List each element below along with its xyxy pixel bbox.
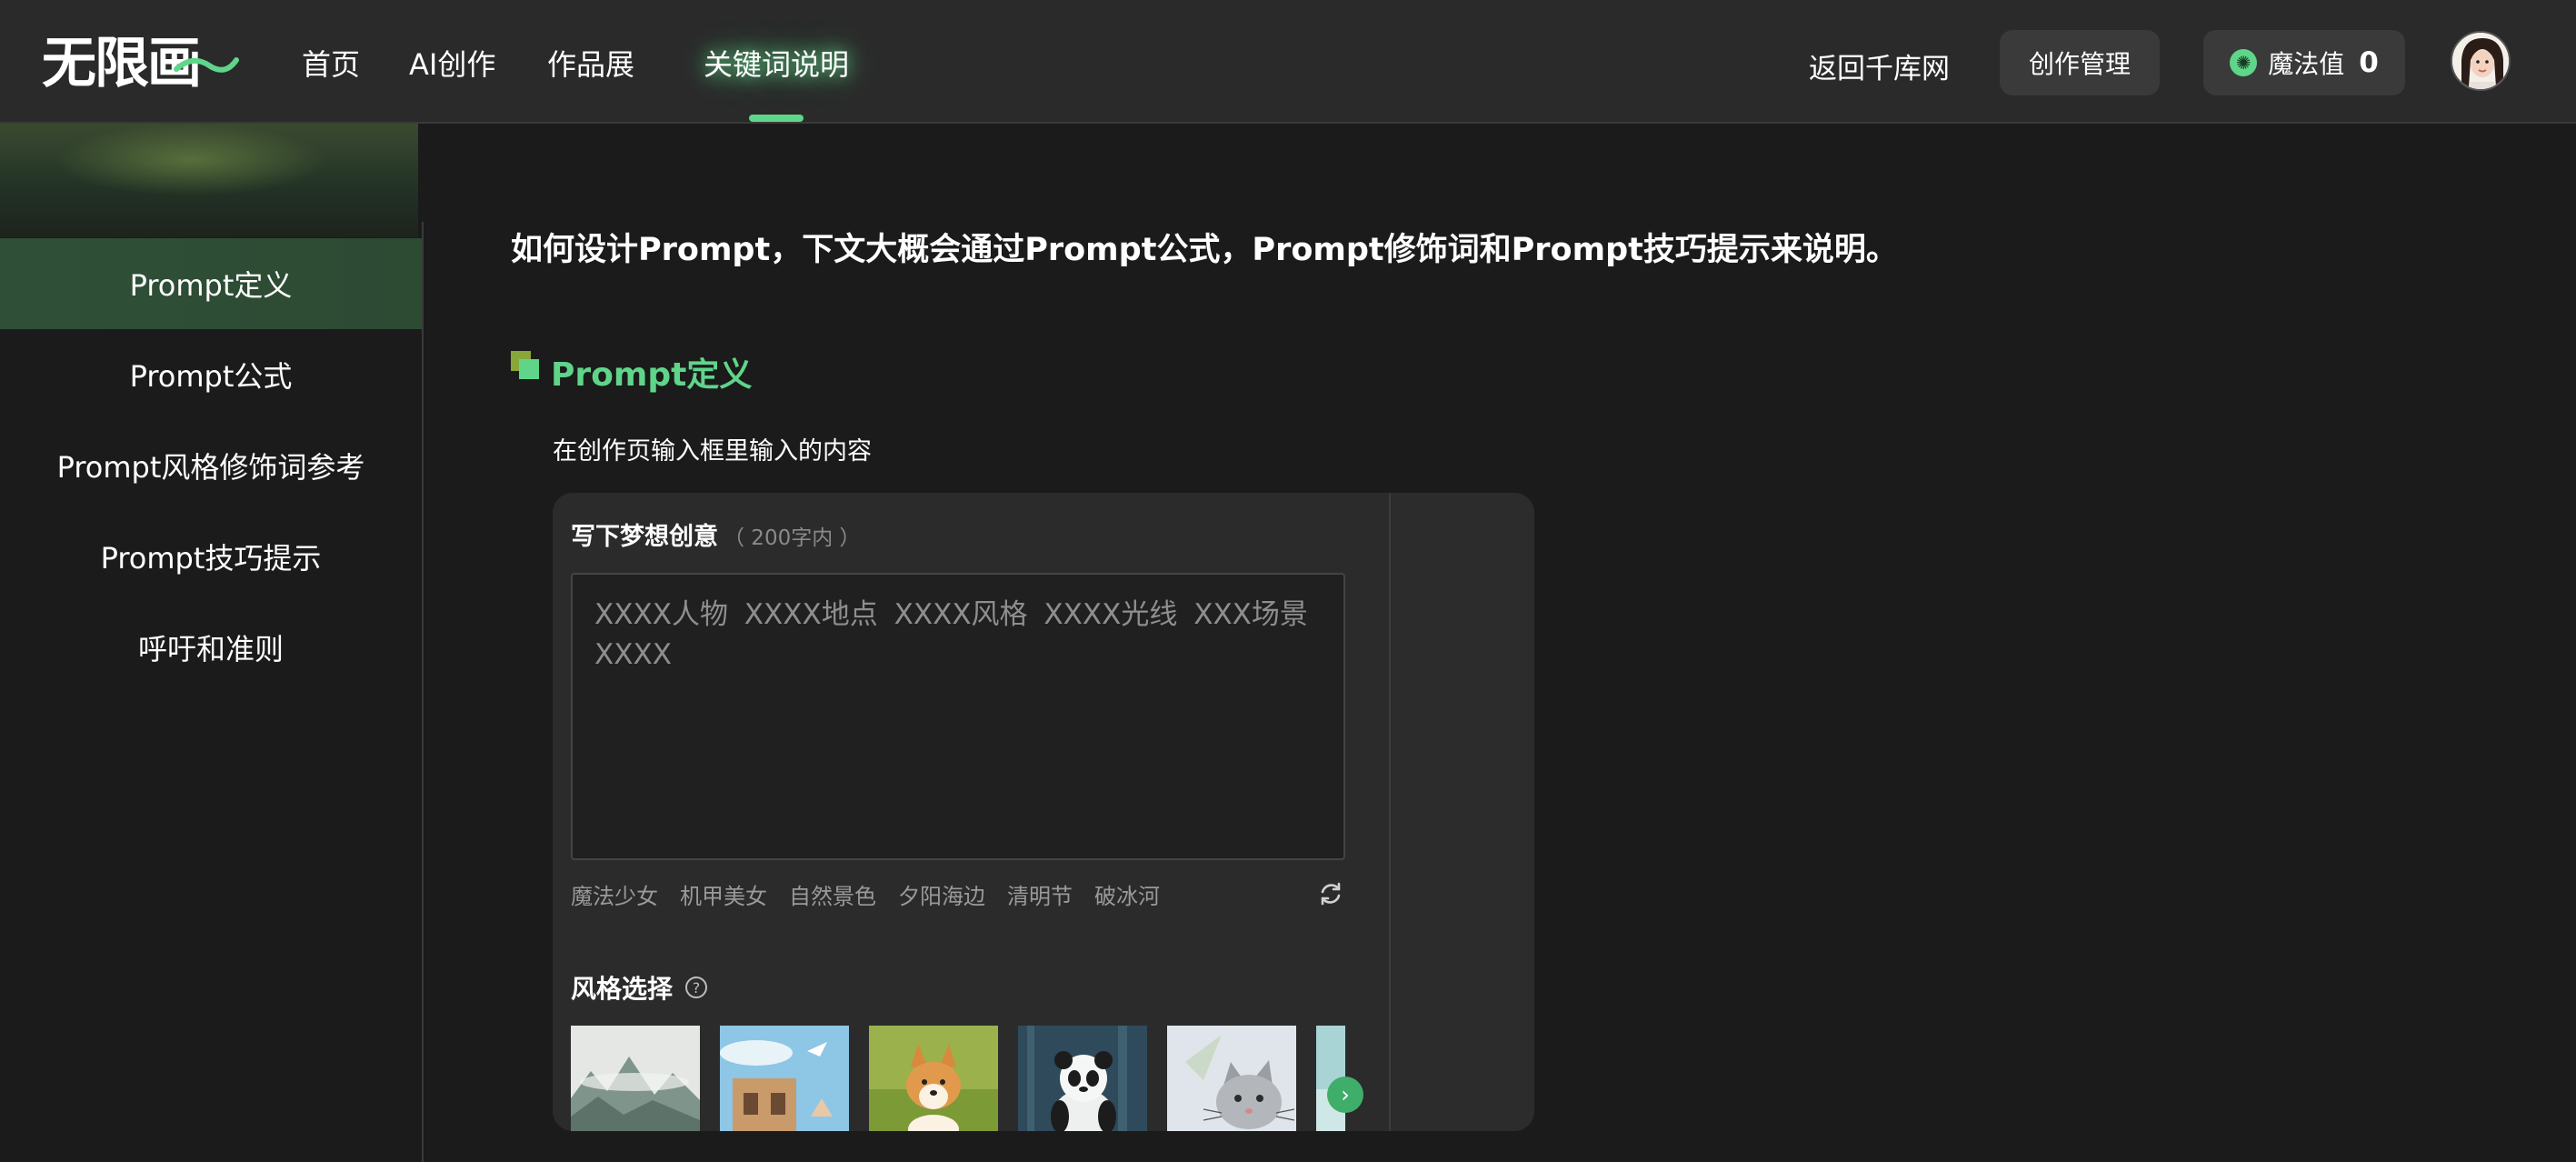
prompt-demo-panel: 写下梦想创意（ 200字内 ） XXXX人物 XXXX地点 XXXX风格 XXX…: [553, 493, 1534, 1131]
prompt-input[interactable]: XXXX人物 XXXX地点 XXXX风格 XXXX光线 XXX场景 XXXX: [571, 573, 1345, 860]
logo[interactable]: 无限画: [40, 29, 244, 95]
sidebar-item-label: Prompt公式: [129, 359, 293, 394]
sidebar-item-label: Prompt技巧提示: [100, 541, 322, 576]
user-avatar-icon: [2452, 33, 2509, 89]
nav-ai-create[interactable]: AI创作: [409, 42, 495, 84]
style-thumb-corgi[interactable]: [869, 1026, 998, 1131]
tag-item[interactable]: 自然景色: [789, 878, 876, 910]
nav-active-indicator: [749, 115, 804, 122]
top-bar: 无限画 首页 AI创作 作品展 关键词说明 返回千库网 创作管理 ✺ 魔法值 0: [0, 0, 2576, 124]
style-thumb-ink-landscape[interactable]: [571, 1026, 700, 1131]
style-thumb-cat[interactable]: [1167, 1026, 1296, 1131]
page: 无限画 首页 AI创作 作品展 关键词说明 返回千库网 创作管理 ✺ 魔法值 0: [0, 0, 2576, 1162]
tag-item[interactable]: 夕阳海边: [898, 878, 985, 910]
section-description: 在创作页输入框里输入的内容: [553, 437, 872, 466]
help-icon[interactable]: ?: [685, 977, 708, 998]
panel-title-hint: （ 200字内 ）: [724, 526, 861, 550]
panel-title: 写下梦想创意（ 200字内 ）: [571, 516, 861, 552]
tag-item[interactable]: 魔法少女: [571, 878, 658, 910]
sidebar-item-label: Prompt定义: [129, 268, 293, 303]
corgi-dog-icon: [869, 1026, 998, 1131]
magic-value: 0: [2359, 46, 2379, 79]
tag-item[interactable]: 机甲美女: [680, 878, 767, 910]
section-title: Prompt定义: [551, 356, 753, 394]
panel-title-text: 写下梦想创意: [571, 523, 718, 551]
logo-text: 无限画: [42, 32, 200, 95]
manage-button-label: 创作管理: [2028, 49, 2131, 79]
sidebar-item-tips[interactable]: Prompt技巧提示: [0, 511, 422, 602]
manage-button[interactable]: 创作管理: [2000, 30, 2160, 95]
next-styles-button[interactable]: ›: [1327, 1077, 1363, 1113]
sidebar-item-guidelines[interactable]: 呼吁和准则: [0, 602, 422, 693]
style-selection-title: 风格选择 ?: [571, 969, 708, 1006]
avatar[interactable]: [2451, 31, 2511, 91]
sidebar-item-prompt-formula[interactable]: Prompt公式: [0, 329, 422, 420]
nav-home[interactable]: 首页: [302, 42, 360, 84]
chevron-right-icon: ›: [1341, 1082, 1350, 1107]
cat-icon: [1167, 1026, 1296, 1131]
prompt-input-placeholder: XXXX人物 XXXX地点 XXXX风格 XXXX光线 XXX场景 XXXX: [594, 598, 1308, 671]
magic-value-button[interactable]: ✺ 魔法值 0: [2203, 30, 2405, 95]
nav-gallery[interactable]: 作品展: [547, 42, 634, 84]
ink-mountain-landscape-icon: [571, 1026, 700, 1131]
magic-label: 魔法值: [2268, 49, 2345, 79]
style-selection-label: 风格选择: [571, 974, 674, 1004]
header-glow: [0, 124, 418, 237]
refresh-icon[interactable]: [1316, 879, 1345, 908]
sidebar-divider: [422, 222, 424, 1162]
magic-coin-icon: ✺: [2230, 49, 2258, 76]
back-link[interactable]: 返回千库网: [1809, 45, 1950, 86]
tag-item[interactable]: 破冰河: [1094, 878, 1160, 910]
style-thumb-anime-building[interactable]: [720, 1026, 849, 1131]
panda-icon: [1018, 1026, 1147, 1131]
sidebar-item-style-modifiers[interactable]: Prompt风格修饰词参考: [0, 420, 422, 511]
nav-keywords[interactable]: 关键词说明: [704, 42, 849, 84]
intro-text: 如何设计Prompt，下文大概会通过Prompt公式，Prompt修饰词和Pro…: [511, 232, 1898, 268]
sidebar-item-label: 呼吁和准则: [137, 632, 284, 666]
sidebar-item-label: Prompt风格修饰词参考: [56, 450, 365, 485]
logo-mark-icon: 无限画: [42, 32, 239, 95]
sidebar-item-prompt-definition[interactable]: Prompt定义: [0, 238, 422, 329]
tag-item[interactable]: 清明节: [1007, 878, 1073, 910]
suggestion-tags: 魔法少女 机甲美女 自然景色 夕阳海边 清明节 破冰河: [571, 878, 1160, 910]
anime-building-bird-icon: [720, 1026, 849, 1131]
panel-side-area: [1389, 493, 1534, 1131]
section-bullet-icon: [511, 351, 539, 379]
style-thumb-panda[interactable]: [1018, 1026, 1147, 1131]
